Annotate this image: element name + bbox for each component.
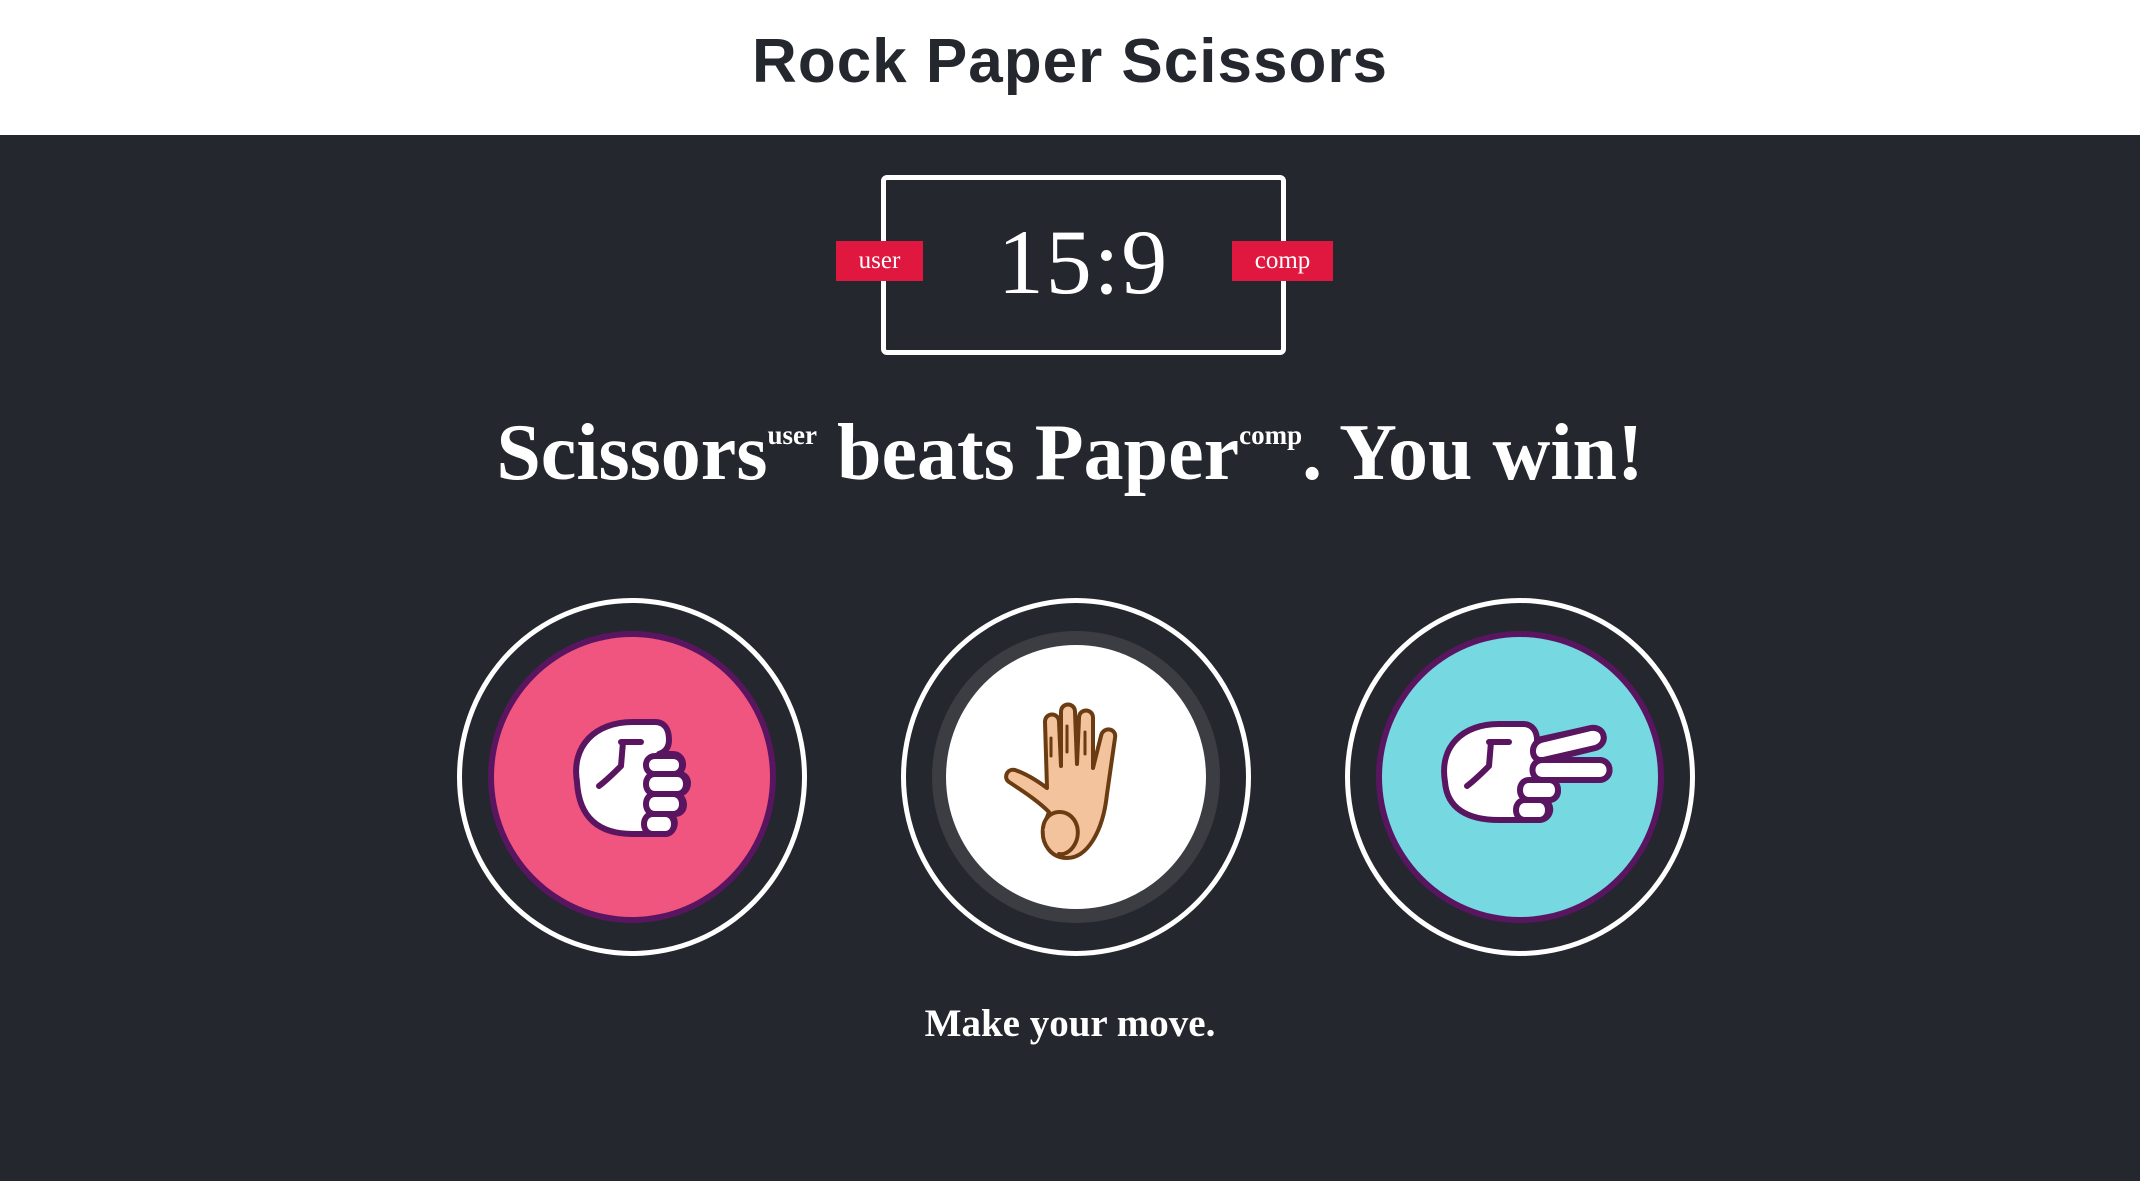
result-user-choice: Scissors xyxy=(496,409,768,497)
paper-button[interactable] xyxy=(901,598,1251,956)
user-badge: user xyxy=(836,241,923,281)
rock-fist-icon xyxy=(573,719,691,837)
result-message: Scissorsuser beats Papercomp. You win! xyxy=(0,405,2140,501)
paper-choice-circle[interactable] xyxy=(932,631,1220,923)
result-outcome: . You win! xyxy=(1302,409,1644,497)
scissors-button[interactable] xyxy=(1345,598,1695,956)
result-verb: beats xyxy=(816,409,1035,497)
game-area: 15:9 user comp Scissorsuser beats Paperc… xyxy=(0,135,2140,1181)
scoreboard: 15:9 xyxy=(881,175,1286,355)
rock-choice-circle[interactable] xyxy=(488,631,776,923)
result-comp-tag: comp xyxy=(1239,420,1303,450)
rock-button[interactable] xyxy=(457,598,807,956)
page-header: Rock Paper Scissors xyxy=(0,0,2140,135)
comp-badge: comp xyxy=(1232,241,1333,281)
score-display: 15:9 xyxy=(997,211,1170,313)
move-prompt: Make your move. xyxy=(924,1002,1216,1045)
result-comp-choice: Paper xyxy=(1034,409,1240,497)
paper-hand-icon xyxy=(1004,702,1118,860)
scissors-choice-circle[interactable] xyxy=(1376,631,1664,923)
page-title: Rock Paper Scissors xyxy=(752,27,1388,96)
result-user-tag: user xyxy=(767,420,817,450)
scissors-hand-icon xyxy=(1441,721,1613,823)
